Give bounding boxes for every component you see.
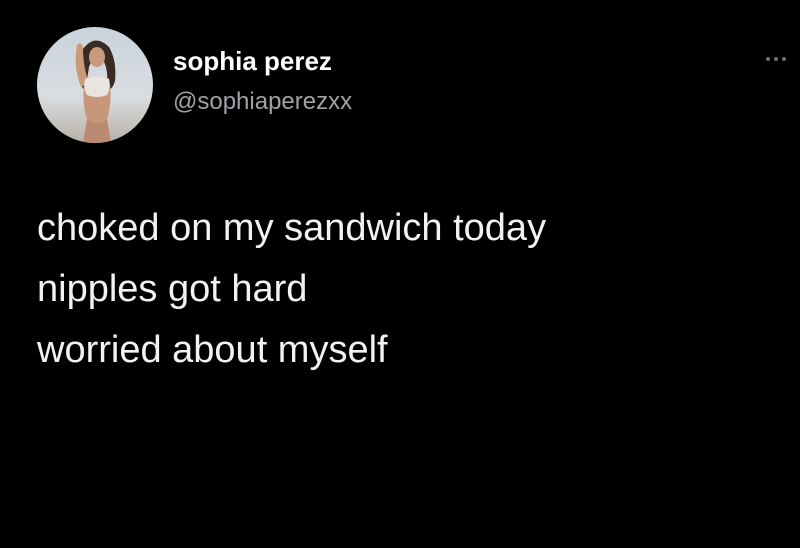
tweet-line: nipples got hard <box>37 268 308 310</box>
more-dot <box>766 57 770 61</box>
tweet-line: choked on my sandwich today <box>37 207 547 249</box>
more-options-icon[interactable] <box>766 52 796 66</box>
avatar[interactable] <box>37 27 153 143</box>
display-name[interactable]: sophia perez <box>173 46 332 76</box>
more-dot <box>774 57 778 61</box>
tweet-text: choked on my sandwich today nipples got … <box>37 198 777 381</box>
avatar-photo <box>37 27 153 143</box>
user-handle[interactable]: @sophiaperezxx <box>173 88 352 116</box>
more-dot <box>782 57 786 61</box>
tweet-card: sophia perez @sophiaperezxx choked on my… <box>0 0 800 548</box>
tweet-line: worried about myself <box>37 329 388 371</box>
